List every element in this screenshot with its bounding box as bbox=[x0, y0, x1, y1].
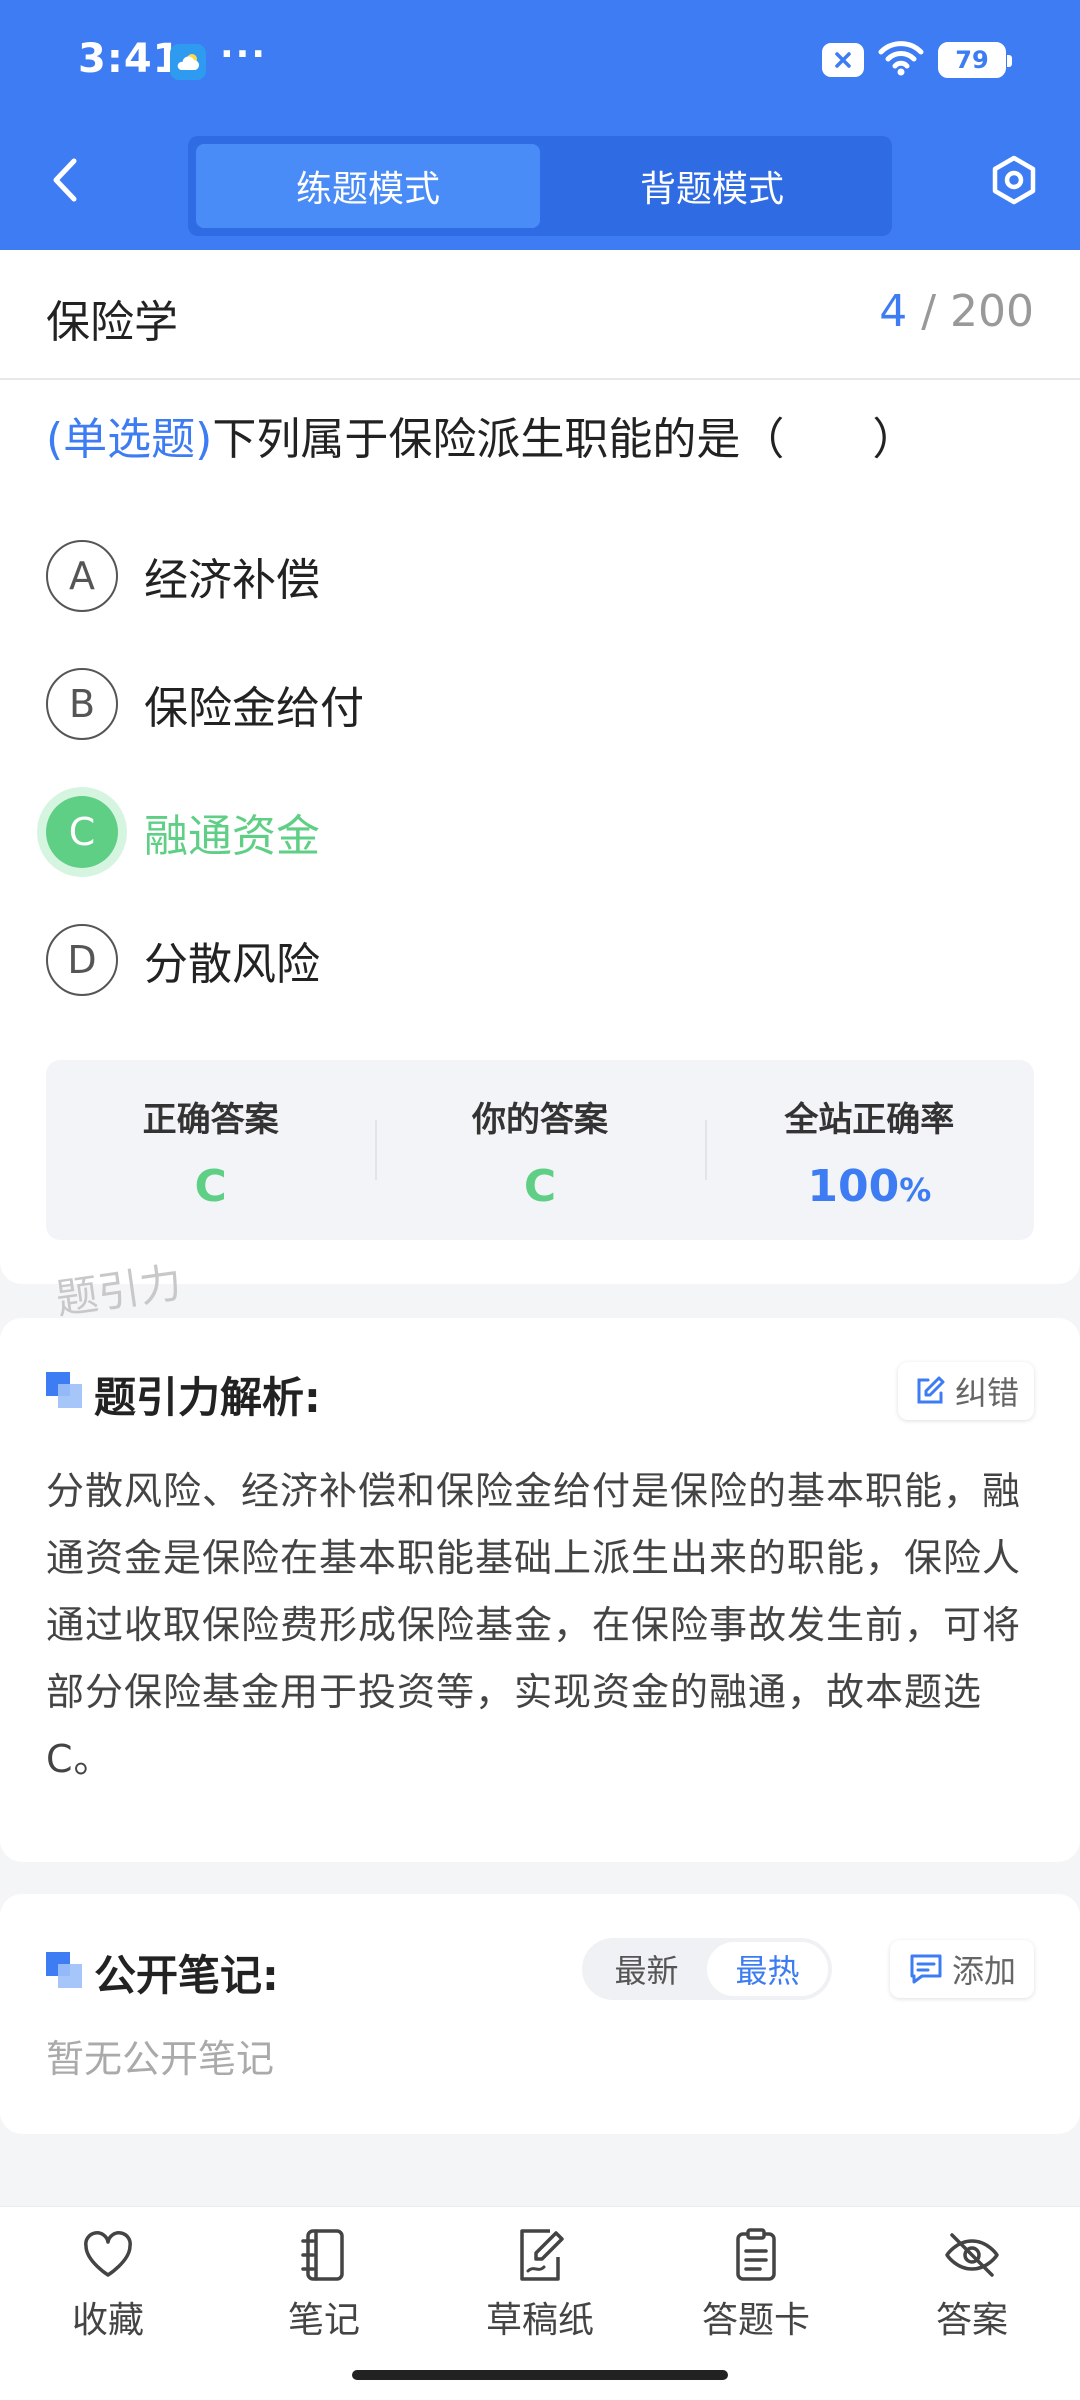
gear-icon bbox=[992, 155, 1036, 205]
home-indicator[interactable] bbox=[352, 2370, 728, 2380]
option-b[interactable]: B 保险金给付 bbox=[46, 668, 364, 740]
total-questions: / 200 bbox=[921, 286, 1034, 337]
question-type: (单选题) bbox=[46, 414, 213, 465]
tab-memorize-mode[interactable]: 背题模式 bbox=[540, 144, 884, 228]
app-header: 3:41 ··· 79 练题模式 背题模式 bbox=[0, 0, 1080, 250]
eye-off-icon bbox=[945, 2233, 999, 2277]
question-stem: (单选题)下列属于保险派生职能的是（ ） bbox=[46, 406, 1046, 474]
chevron-left-icon bbox=[53, 158, 77, 202]
analysis-title: 题引力解析: bbox=[94, 1373, 321, 1422]
accuracy-unit: % bbox=[899, 1171, 932, 1209]
correct-answer-stat: 正确答案 C bbox=[46, 1060, 375, 1240]
current-question-number: 4 bbox=[879, 286, 908, 337]
toggle-answer-label: 答案 bbox=[935, 2300, 1008, 2341]
add-note-label: 添加 bbox=[951, 1952, 1016, 1990]
notes-label: 笔记 bbox=[287, 2300, 360, 2341]
option-text: 融通资金 bbox=[144, 811, 320, 862]
accuracy-stat: 全站正确率 100% bbox=[704, 1060, 1034, 1240]
draft-paper-label: 草稿纸 bbox=[485, 2300, 594, 2341]
notes-empty-text: 暂无公开笔记 bbox=[46, 2037, 275, 2081]
answer-sheet-label: 答题卡 bbox=[701, 2300, 810, 2341]
option-letter: C bbox=[46, 796, 118, 868]
comment-icon bbox=[910, 1954, 942, 1984]
draft-icon bbox=[520, 2229, 564, 2281]
settings-button[interactable] bbox=[984, 150, 1044, 210]
option-text: 保险金给付 bbox=[144, 683, 364, 734]
answer-stats-panel: 正确答案 C 你的答案 C 全站正确率 100% bbox=[46, 1060, 1034, 1240]
section-icon bbox=[46, 1372, 82, 1408]
option-letter: A bbox=[46, 540, 118, 612]
favorite-label: 收藏 bbox=[71, 2300, 144, 2341]
option-text: 经济补偿 bbox=[144, 555, 320, 606]
toggle-answer-button[interactable]: 答案 bbox=[864, 2207, 1080, 2400]
tab-practice-mode[interactable]: 练题模式 bbox=[196, 144, 540, 228]
wifi-icon bbox=[878, 40, 924, 80]
question-card: 保险学 4 / 200 (单选题)下列属于保险派生职能的是（ ） A 经济补偿 … bbox=[0, 250, 1080, 1284]
your-answer-stat: 你的答案 C bbox=[375, 1060, 704, 1240]
edit-icon bbox=[917, 1376, 945, 1404]
notebook-icon bbox=[301, 2229, 344, 2281]
analysis-card: 题引力解析: 纠错 分散风险、经济补偿和保险金给付是保险的基本职能，融通资金是保… bbox=[0, 1318, 1080, 1862]
status-more-icon: ··· bbox=[220, 34, 268, 75]
question-counter: 4 / 200 bbox=[879, 286, 1034, 337]
option-d[interactable]: D 分散风险 bbox=[46, 924, 320, 996]
option-letter: D bbox=[46, 924, 118, 996]
option-letter: B bbox=[46, 668, 118, 740]
mode-switch: 练题模式 背题模式 bbox=[188, 136, 892, 236]
notes-sort-toggle: 最新 最热 bbox=[582, 1938, 832, 2000]
sort-hottest[interactable]: 最热 bbox=[707, 1942, 828, 1996]
notes-card: 公开笔记: 最新 最热 添加 暂无公开笔记 bbox=[0, 1894, 1080, 2134]
analysis-text: 分散风险、经济补偿和保险金给付是保险的基本职能，融通资金是保险在基本职能基础上派… bbox=[46, 1469, 1022, 1781]
accuracy-label: 全站正确率 bbox=[784, 1100, 955, 1140]
add-note-button[interactable]: 添加 bbox=[890, 1940, 1034, 1998]
notes-title: 公开笔记: bbox=[94, 1951, 279, 2000]
weather-icon bbox=[170, 44, 206, 80]
your-answer-value: C bbox=[523, 1161, 557, 1212]
back-button[interactable] bbox=[40, 150, 90, 210]
heart-icon bbox=[84, 2231, 132, 2277]
report-error-label: 纠错 bbox=[954, 1374, 1019, 1412]
correct-answer-label: 正确答案 bbox=[142, 1100, 279, 1140]
accuracy-number: 100 bbox=[807, 1161, 900, 1212]
correct-answer-value: C bbox=[194, 1161, 227, 1212]
battery-indicator: 79 bbox=[938, 42, 1012, 78]
status-icons: 79 bbox=[822, 40, 1012, 80]
accuracy-value: 100% bbox=[807, 1161, 931, 1212]
your-answer-label: 你的答案 bbox=[471, 1100, 608, 1140]
section-icon bbox=[46, 1952, 82, 1988]
favorite-button[interactable]: 收藏 bbox=[0, 2207, 216, 2400]
subject-title: 保险学 bbox=[46, 297, 178, 348]
option-c[interactable]: C 融通资金 bbox=[46, 796, 320, 868]
report-error-button[interactable]: 纠错 bbox=[898, 1362, 1034, 1420]
divider bbox=[0, 378, 1080, 380]
option-text: 分散风险 bbox=[144, 939, 320, 990]
sort-newest[interactable]: 最新 bbox=[586, 1942, 707, 1996]
status-time: 3:41 bbox=[78, 36, 182, 82]
clipboard-icon bbox=[736, 2228, 776, 2281]
notification-blocked-icon bbox=[822, 43, 864, 77]
option-a[interactable]: A 经济补偿 bbox=[46, 540, 320, 612]
question-text: 下列属于保险派生职能的是（ ） bbox=[212, 414, 917, 465]
